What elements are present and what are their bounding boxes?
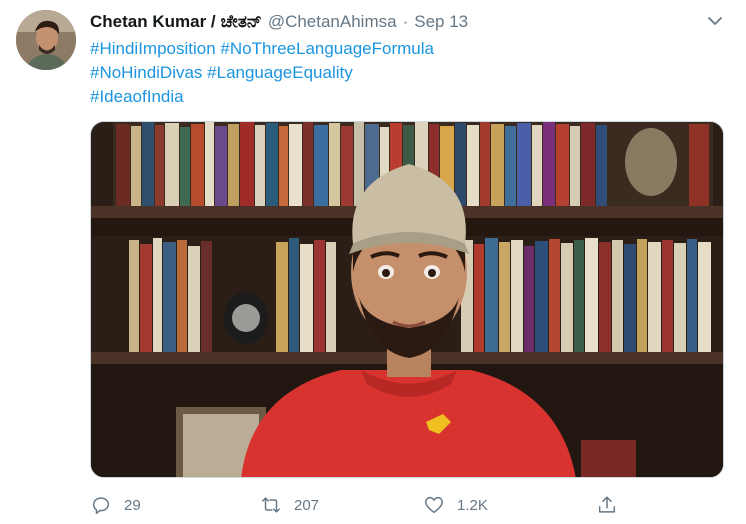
tweet-card[interactable]: Chetan Kumar / ಚೇತನ್ @ChetanAhimsa · Sep… bbox=[0, 0, 746, 524]
hashtag-line-2[interactable]: #NoHindiDivas #LanguageEquality bbox=[90, 61, 710, 85]
author-name[interactable]: Chetan Kumar / bbox=[90, 11, 216, 33]
share-button[interactable] bbox=[596, 490, 618, 520]
tweet-text: #HindiImposition #NoThreeLanguageFormula… bbox=[90, 37, 710, 109]
tweet-timestamp[interactable]: Sep 13 bbox=[414, 11, 468, 33]
like-button[interactable]: 1.2K bbox=[423, 490, 488, 520]
separator-dot: · bbox=[402, 12, 409, 31]
reply-icon bbox=[92, 497, 110, 514]
avatar-image bbox=[16, 10, 76, 70]
retweet-count: 207 bbox=[294, 496, 320, 514]
tweet-header: Chetan Kumar / ಚೇತನ್ @ChetanAhimsa · Sep… bbox=[90, 11, 706, 33]
reply-button[interactable]: 29 bbox=[90, 490, 141, 520]
author-name-kannada[interactable]: ಚೇತನ್ bbox=[221, 11, 262, 33]
avatar[interactable] bbox=[16, 10, 76, 70]
share-icon bbox=[598, 496, 616, 513]
heart-icon bbox=[425, 496, 443, 514]
retweet-button[interactable]: 207 bbox=[260, 490, 319, 520]
hashtag-line-1[interactable]: #HindiImposition #NoThreeLanguageFormula bbox=[90, 37, 710, 61]
retweet-icon bbox=[262, 497, 280, 513]
tweet-photo[interactable] bbox=[90, 121, 724, 478]
reply-count: 29 bbox=[124, 496, 141, 514]
hashtag-line-3[interactable]: #IdeaofIndia bbox=[90, 85, 710, 109]
tweet-actions: 29 207 1.2K bbox=[90, 490, 650, 520]
more-options-button[interactable] bbox=[704, 10, 726, 32]
author-handle[interactable]: @ChetanAhimsa bbox=[268, 11, 397, 33]
chevron-down-icon bbox=[708, 17, 722, 25]
like-count: 1.2K bbox=[457, 496, 488, 514]
photo-image bbox=[91, 122, 723, 477]
